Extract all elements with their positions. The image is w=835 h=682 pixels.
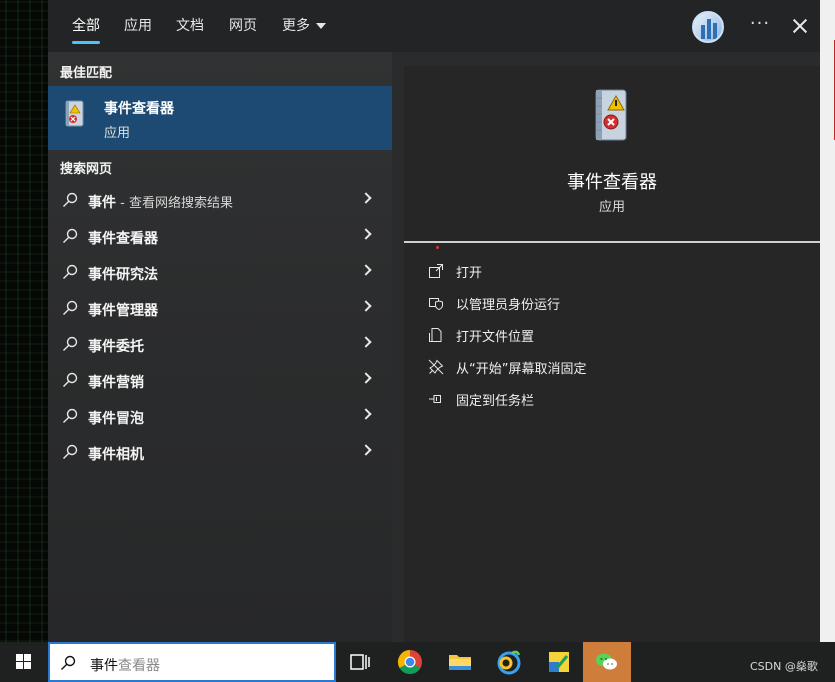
web-result-item[interactable]: 事件管理器: [48, 290, 392, 326]
search-window: 全部 应用 文档 网页 更多 ··· 最佳匹配 事件查看器 应用 搜索网页 事件…: [48, 0, 820, 642]
open-icon: [429, 264, 443, 278]
detail-title: 事件查看器: [567, 172, 657, 193]
taskbar: 事件查看器 CSDN @燊歌: [0, 642, 835, 682]
event-viewer-icon: [65, 100, 84, 127]
web-result-label: 事件冒泡: [88, 408, 144, 428]
wechat-icon: [596, 653, 617, 670]
web-result-item[interactable]: 事件冒泡: [48, 398, 392, 434]
marker-dot: [436, 246, 439, 249]
best-match-heading: 最佳匹配: [60, 66, 113, 81]
search-icon: [63, 300, 78, 315]
detail-subtitle: 应用: [598, 200, 625, 215]
windows-start-icon[interactable]: [0, 642, 48, 682]
action-label: 从“开始”屏幕取消固定: [456, 362, 587, 377]
web-result-text: 事件相机: [88, 447, 144, 463]
web-result-text: 事件研究法: [88, 267, 158, 283]
search-icon: [61, 655, 76, 670]
web-result-label: 事件查看器: [88, 228, 158, 248]
action-run-as-admin[interactable]: 以管理员身份运行: [424, 289, 804, 317]
detail-pane: 事件查看器 应用 打开 以管理员身份运行 打开文件位置 从“开始”屏幕取消固定 …: [404, 66, 820, 642]
web-result-text: 事件查看器: [88, 231, 158, 247]
action-unpin-start[interactable]: 从“开始”屏幕取消固定: [424, 353, 804, 381]
desktop-background-left: [0, 0, 48, 642]
action-label: 以管理员身份运行: [456, 298, 561, 313]
tab-more[interactable]: 更多: [282, 0, 326, 52]
watermark-text: CSDN @燊歌: [750, 660, 818, 673]
web-result-item[interactable]: 事件研究法: [48, 254, 392, 290]
web-result-subtext: - 查看网络搜索结果: [116, 196, 233, 211]
web-result-label: 事件管理器: [88, 300, 158, 320]
search-autocomplete-hint: 查看器: [118, 658, 160, 674]
web-result-label: 事件研究法: [88, 264, 158, 284]
search-tabs-bar: 全部 应用 文档 网页 更多 ···: [48, 0, 820, 52]
action-open-file-location[interactable]: 打开文件位置: [424, 321, 804, 349]
app-icon[interactable]: [545, 648, 573, 676]
search-icon: [63, 192, 78, 207]
shield-icon: [429, 298, 443, 311]
close-icon[interactable]: [788, 14, 812, 38]
unpin-icon: [428, 359, 444, 375]
search-web-heading: 搜索网页: [60, 162, 113, 177]
file-location-icon: [429, 328, 442, 342]
divider: [404, 241, 820, 243]
chevron-right-icon: [360, 228, 372, 240]
chevron-right-icon: [360, 408, 372, 420]
avatar[interactable]: [692, 11, 724, 43]
browser-icon[interactable]: [495, 648, 523, 676]
tab-web[interactable]: 网页: [229, 0, 257, 52]
search-icon: [63, 372, 78, 387]
search-icon: [63, 336, 78, 351]
web-result-item[interactable]: 事件 - 查看网络搜索结果: [48, 182, 392, 218]
action-pin-taskbar[interactable]: 固定到任务栏: [424, 385, 804, 413]
pin-icon: [429, 395, 441, 403]
web-result-label: 事件委托: [88, 336, 144, 356]
best-match-name: 事件查看器: [104, 101, 174, 117]
web-result-text: 事件委托: [88, 339, 144, 355]
search-query: 事件查看器: [90, 655, 160, 675]
taskbar-search-input[interactable]: 事件查看器: [48, 642, 336, 682]
tab-apps[interactable]: 应用: [124, 0, 152, 52]
chevron-right-icon: [360, 192, 372, 204]
web-result-text: 事件: [88, 195, 116, 211]
web-result-item[interactable]: 事件营销: [48, 362, 392, 398]
file-explorer-icon[interactable]: [446, 648, 474, 676]
tab-all[interactable]: 全部: [72, 0, 100, 52]
web-result-text: 事件管理器: [88, 303, 158, 319]
event-viewer-large-icon: [595, 89, 627, 141]
chevron-right-icon: [360, 444, 372, 456]
web-result-text: 事件冒泡: [88, 411, 144, 427]
chevron-right-icon: [360, 336, 372, 348]
chevron-right-icon: [360, 372, 372, 384]
search-icon: [63, 408, 78, 423]
desktop-background-right: [820, 0, 835, 642]
best-match-item[interactable]: 事件查看器 应用: [48, 86, 392, 150]
search-icon: [63, 228, 78, 243]
web-result-item[interactable]: 事件查看器: [48, 218, 392, 254]
tab-documents[interactable]: 文档: [176, 0, 204, 52]
web-result-item[interactable]: 事件相机: [48, 434, 392, 470]
search-icon: [63, 264, 78, 279]
action-label: 打开: [456, 266, 483, 281]
wechat-taskbar-button[interactable]: [583, 642, 631, 682]
more-options-button[interactable]: ···: [748, 14, 772, 38]
chrome-icon[interactable]: [396, 648, 424, 676]
task-view-icon[interactable]: [346, 648, 374, 676]
action-open[interactable]: 打开: [424, 257, 804, 285]
web-result-label: 事件相机: [88, 444, 144, 464]
tab-more-label: 更多: [282, 18, 310, 34]
action-label: 固定到任务栏: [456, 394, 535, 409]
web-result-label: 事件 - 查看网络搜索结果: [88, 192, 233, 212]
web-result-label: 事件营销: [88, 372, 144, 392]
caret-down-icon: [316, 23, 326, 29]
search-typed-text: 事件: [90, 658, 118, 674]
results-list: 最佳匹配 事件查看器 应用 搜索网页 事件 - 查看网络搜索结果 事件查看器 事件研…: [48, 52, 392, 642]
web-result-text: 事件营销: [88, 375, 144, 391]
search-icon: [63, 444, 78, 459]
best-match-type: 应用: [104, 126, 131, 141]
chevron-right-icon: [360, 300, 372, 312]
chevron-right-icon: [360, 264, 372, 276]
web-result-item[interactable]: 事件委托: [48, 326, 392, 362]
action-label: 打开文件位置: [456, 330, 535, 345]
